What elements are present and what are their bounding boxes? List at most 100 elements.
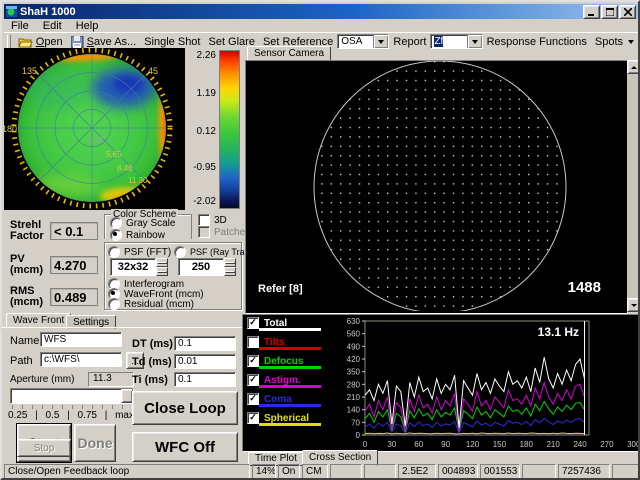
aperture-slider-track[interactable] <box>10 388 134 404</box>
gray-scale-radio-circle[interactable] <box>110 217 122 229</box>
psf-ray-spinner[interactable]: 250 <box>178 258 236 276</box>
legend-checkbox[interactable]: ✓ <box>247 374 259 386</box>
colorbar-label: 2.26 <box>197 50 216 61</box>
psf-fft-radio[interactable]: PSF (FFT) <box>108 246 171 258</box>
spots-button[interactable]: Spots <box>591 34 638 49</box>
set-reference-combobox[interactable]: OSA <box>337 34 389 49</box>
menu-file[interactable]: File <box>4 20 36 32</box>
status-cell <box>364 464 396 480</box>
app-icon <box>6 6 17 17</box>
colorbar-label: -2.02 <box>193 196 216 207</box>
scroll-down-icon[interactable] <box>627 298 640 312</box>
3d-checkbox[interactable] <box>198 214 210 226</box>
x-tick-label: 300 <box>627 440 639 449</box>
name-input[interactable] <box>40 332 122 347</box>
residual-radio[interactable]: Residual (mcm) <box>108 298 194 310</box>
gray-scale-label: Gray Scale <box>126 218 175 229</box>
patches-checkbox-row: Patches <box>198 226 250 238</box>
reference-label: Refer [8] <box>258 283 303 295</box>
plot-legend: ✓TotalTilts✓Defocus✓Astigm.✓Coma✓Spheric… <box>243 315 363 449</box>
scroll-up-icon[interactable] <box>627 60 640 74</box>
legend-color-bar <box>259 328 321 331</box>
menu-edit[interactable]: Edit <box>36 20 69 32</box>
close-button[interactable] <box>619 5 636 19</box>
response-functions-label: Response Functions <box>487 36 587 48</box>
psf-fft-down-icon[interactable] <box>156 267 168 276</box>
rainbow-label: Rainbow <box>126 230 165 241</box>
open-button[interactable]: Open <box>14 34 67 49</box>
ti-input[interactable] <box>174 372 236 387</box>
metrics-panel: Strehl Factor < 0.1 PV (mcm) 4.270 RMS (… <box>4 214 100 310</box>
psf-ray-down-icon[interactable] <box>224 267 236 276</box>
path-input[interactable] <box>40 352 122 367</box>
save-as-button[interactable]: Save As... <box>67 34 141 49</box>
report-value: Zf <box>434 36 443 47</box>
response-functions-button[interactable]: Response Functions <box>483 34 591 49</box>
stop-button: Stop <box>17 439 71 457</box>
legend-checkbox[interactable] <box>247 336 259 348</box>
status-bar: Close/Open Feedback loop 14% On CM 2.5E2… <box>4 464 640 480</box>
open-label: Open <box>36 36 63 48</box>
psf-fft-value[interactable]: 32x32 <box>110 258 156 276</box>
report-label: Report <box>393 36 426 48</box>
x-tick-label: 90 <box>441 440 450 449</box>
legend-color-bar <box>259 423 321 426</box>
angle-label-135: 135 <box>22 66 37 76</box>
gray-scale-radio[interactable]: Gray Scale <box>110 217 175 229</box>
legend-label: Tilts <box>264 337 284 348</box>
td-input[interactable] <box>174 354 236 369</box>
report-button[interactable]: Report <box>389 34 430 49</box>
minimize-button[interactable] <box>583 5 600 19</box>
psf-ray-value[interactable]: 250 <box>178 258 224 276</box>
legend-checkbox[interactable]: ✓ <box>247 393 259 405</box>
3d-label: 3D <box>214 215 227 226</box>
x-tick-label: 270 <box>600 440 614 449</box>
legend-checkbox[interactable]: ✓ <box>247 317 259 329</box>
set-reference-dropdown-icon[interactable] <box>373 35 388 48</box>
legend-checkbox[interactable]: ✓ <box>247 355 259 367</box>
sensor-camera-view: Refer [8] 1488 <box>245 60 628 314</box>
status-cell: 004893 <box>438 464 478 480</box>
x-tick-label: 150 <box>493 440 507 449</box>
patches-checkbox <box>198 226 210 238</box>
legend-color-bar <box>259 385 321 388</box>
single-shot-label: Single Shot <box>144 36 200 48</box>
set-reference-value: OSA <box>338 36 373 47</box>
rainbow-radio[interactable]: Rainbow <box>110 229 165 241</box>
report-combobox[interactable]: Zf <box>430 34 482 49</box>
status-cell: 2.5E2 <box>398 464 436 480</box>
psf-ray-up-icon[interactable] <box>224 258 236 267</box>
td-label: Td (ms) <box>132 356 172 368</box>
camera-scrollbar[interactable] <box>627 60 640 312</box>
status-cell <box>330 464 362 480</box>
angle-label-45: 45 <box>148 66 158 76</box>
rainbow-radio-circle[interactable] <box>110 229 122 241</box>
3d-checkbox-row[interactable]: 3D <box>198 214 227 226</box>
psf-fft-spinner[interactable]: 32x32 <box>110 258 168 276</box>
dt-input[interactable] <box>174 336 236 351</box>
single-shot-button[interactable]: Single Shot <box>140 34 204 49</box>
x-tick-label: 210 <box>546 440 560 449</box>
close-loop-button[interactable]: Close Loop <box>132 391 238 425</box>
maximize-button[interactable] <box>601 5 618 19</box>
menu-help[interactable]: Help <box>69 20 106 32</box>
colorbar-label: 1.19 <box>197 88 216 99</box>
menu-bar: File Edit Help <box>4 19 638 32</box>
dt-label: DT (ms) <box>132 338 173 350</box>
legend-color-bar <box>259 366 321 369</box>
colorbar-label: 0.12 <box>197 126 216 137</box>
time-plot-panel: 0701402102803504204905606300306090120150… <box>242 314 640 452</box>
legend-checkbox[interactable]: ✓ <box>247 412 259 424</box>
spots-dropdown-icon[interactable] <box>628 40 634 44</box>
angle-label-180: 180 <box>4 124 17 134</box>
legend-color-bar <box>259 347 321 350</box>
legend-label: Total <box>264 318 287 329</box>
psf-fft-label: PSF (FFT) <box>124 247 171 258</box>
psf-fft-up-icon[interactable] <box>156 258 168 267</box>
status-cell <box>612 464 640 480</box>
legend-color-bar <box>259 404 321 407</box>
x-tick-label: 60 <box>414 440 423 449</box>
report-dropdown-icon[interactable] <box>467 35 482 48</box>
wfc-off-button[interactable]: WFC Off <box>132 432 238 462</box>
x-tick-label: 180 <box>520 440 534 449</box>
